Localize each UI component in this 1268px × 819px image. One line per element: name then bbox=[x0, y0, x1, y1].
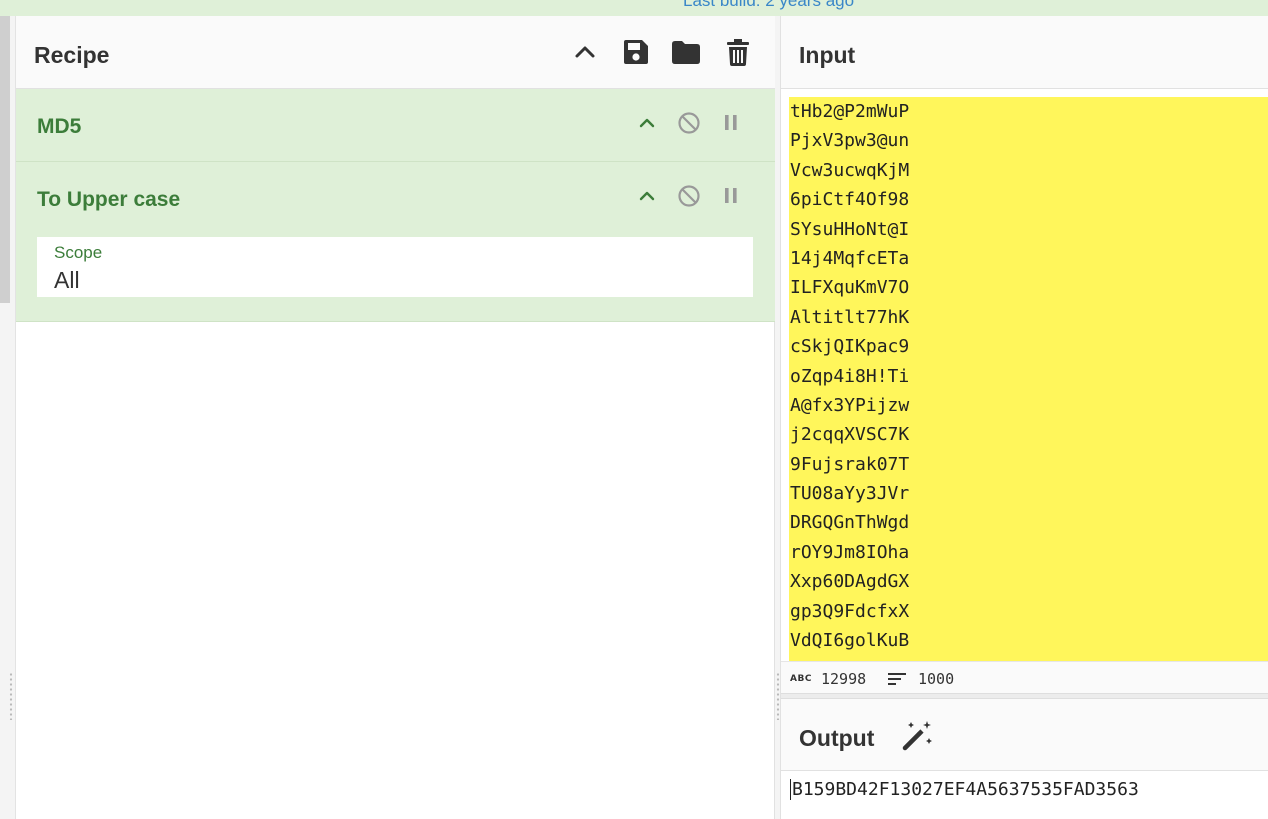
input-line: DRGQGnThWgd bbox=[790, 512, 910, 534]
disable-icon[interactable] bbox=[676, 110, 702, 136]
top-banner: Last build: 2 years ago bbox=[0, 0, 1268, 16]
trash-icon[interactable] bbox=[723, 37, 753, 67]
scope-select[interactable]: Scope All bbox=[37, 237, 753, 299]
op-title: To Upper case bbox=[37, 188, 181, 211]
output-header: Output bbox=[781, 699, 1268, 771]
input-panel: Input tHb2@P2mWuP PjxV3pw3@un Vcw3ucwqKj… bbox=[781, 16, 1268, 696]
output-title: Output bbox=[799, 725, 875, 751]
input-title: Input bbox=[799, 42, 856, 68]
chevron-up-icon[interactable] bbox=[570, 37, 600, 67]
save-icon[interactable] bbox=[621, 37, 651, 67]
input-line: 14j4MqfcETa bbox=[790, 247, 910, 269]
magic-wand-icon[interactable] bbox=[899, 718, 935, 754]
input-textarea[interactable]: tHb2@P2mWuP PjxV3pw3@un Vcw3ucwqKjM 6piC… bbox=[789, 97, 1268, 661]
recipe-op-to-upper-case[interactable]: To Upper case Scope All bbox=[16, 162, 775, 322]
input-line: Altitlt77hK bbox=[790, 306, 910, 328]
pause-icon[interactable] bbox=[718, 110, 744, 136]
last-build-link[interactable]: Last build: 2 years ago bbox=[683, 0, 854, 11]
input-line: Xxp60DAgdGX bbox=[790, 571, 910, 593]
pause-icon[interactable] bbox=[718, 183, 744, 209]
input-line: A@fx3YPijzw bbox=[790, 394, 910, 416]
input-line: cSkjQIKpac9 bbox=[790, 336, 910, 358]
input-line: VdQI6golKuB bbox=[790, 630, 910, 652]
input-line: oZqp4i8H!Ti bbox=[790, 365, 910, 387]
middle-pane-resize-handle[interactable] bbox=[776, 672, 780, 720]
abc-icon: ABC bbox=[790, 674, 812, 684]
input-line: PjxV3pw3@un bbox=[790, 130, 910, 152]
output-text[interactable]: B159BD42F13027EF4A5637535FAD3563 bbox=[790, 779, 1139, 800]
recipe-panel: Recipe MD5 To Upper case Scope All bbox=[16, 16, 775, 819]
chevron-up-icon[interactable] bbox=[634, 183, 660, 209]
chevron-up-icon[interactable] bbox=[634, 110, 660, 136]
recipe-header: Recipe bbox=[16, 16, 775, 89]
scope-value: All bbox=[54, 267, 80, 293]
output-panel: Output B159BD42F13027EF4A5637535FAD3563 bbox=[781, 699, 1268, 819]
input-line: 9Fujsrak07T bbox=[790, 453, 910, 475]
char-count: 12998 bbox=[821, 670, 867, 688]
recipe-op-md5[interactable]: MD5 bbox=[16, 89, 775, 162]
cyberchef-app: Last build: 2 years ago Recipe MD5 To Up… bbox=[0, 0, 1268, 819]
line-count: 1000 bbox=[918, 670, 955, 688]
recipe-title: Recipe bbox=[34, 42, 110, 68]
input-status-bar: ABC 12998 1000 bbox=[781, 661, 1268, 693]
operations-scrollbar-thumb[interactable] bbox=[0, 16, 10, 303]
left-gutter bbox=[0, 16, 16, 819]
input-line: tHb2@P2mWuP bbox=[790, 101, 910, 122]
lines-icon bbox=[888, 673, 906, 685]
folder-icon[interactable] bbox=[671, 37, 701, 67]
input-line: j2cqqXVSC7K bbox=[790, 424, 910, 446]
left-pane-resize-handle[interactable] bbox=[9, 672, 13, 720]
input-line: TU08aYy3JVr bbox=[790, 483, 910, 505]
input-line: Vcw3ucwqKjM bbox=[790, 159, 910, 181]
input-line: SYsuHHoNt@I bbox=[790, 218, 910, 240]
input-line: rOY9Jm8IOha bbox=[790, 541, 910, 563]
input-line: 6piCtf4Of98 bbox=[790, 189, 910, 211]
op-title: MD5 bbox=[37, 115, 82, 138]
input-line: ILFXquKmV7O bbox=[790, 277, 910, 299]
scope-label: Scope bbox=[54, 243, 103, 262]
disable-icon[interactable] bbox=[676, 183, 702, 209]
input-line: gp3Q9FdcfxX bbox=[790, 600, 910, 622]
input-header: Input bbox=[781, 16, 1268, 89]
